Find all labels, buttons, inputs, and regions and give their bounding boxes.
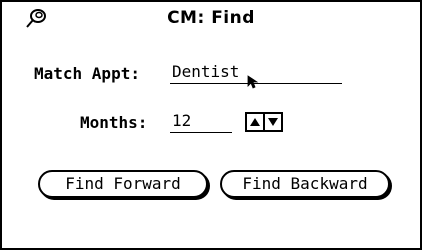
months-decrement-button[interactable] [263, 114, 281, 130]
months-stepper[interactable] [245, 112, 283, 132]
text-cursor-icon [247, 74, 261, 89]
months-input[interactable]: 12 [170, 111, 232, 133]
match-appt-label: Match Appt: [34, 64, 140, 83]
find-dialog-window: CM: Find Match Appt: Dentist Months: 12 … [0, 0, 422, 250]
triangle-up-icon [250, 118, 260, 126]
months-label: Months: [80, 113, 148, 132]
window-title: CM: Find [167, 8, 255, 28]
find-forward-button[interactable]: Find Forward [38, 170, 208, 198]
title-bar: CM: Find [2, 2, 420, 32]
find-backward-button[interactable]: Find Backward [220, 170, 390, 198]
months-increment-button[interactable] [247, 114, 263, 130]
triangle-down-icon [268, 118, 278, 126]
